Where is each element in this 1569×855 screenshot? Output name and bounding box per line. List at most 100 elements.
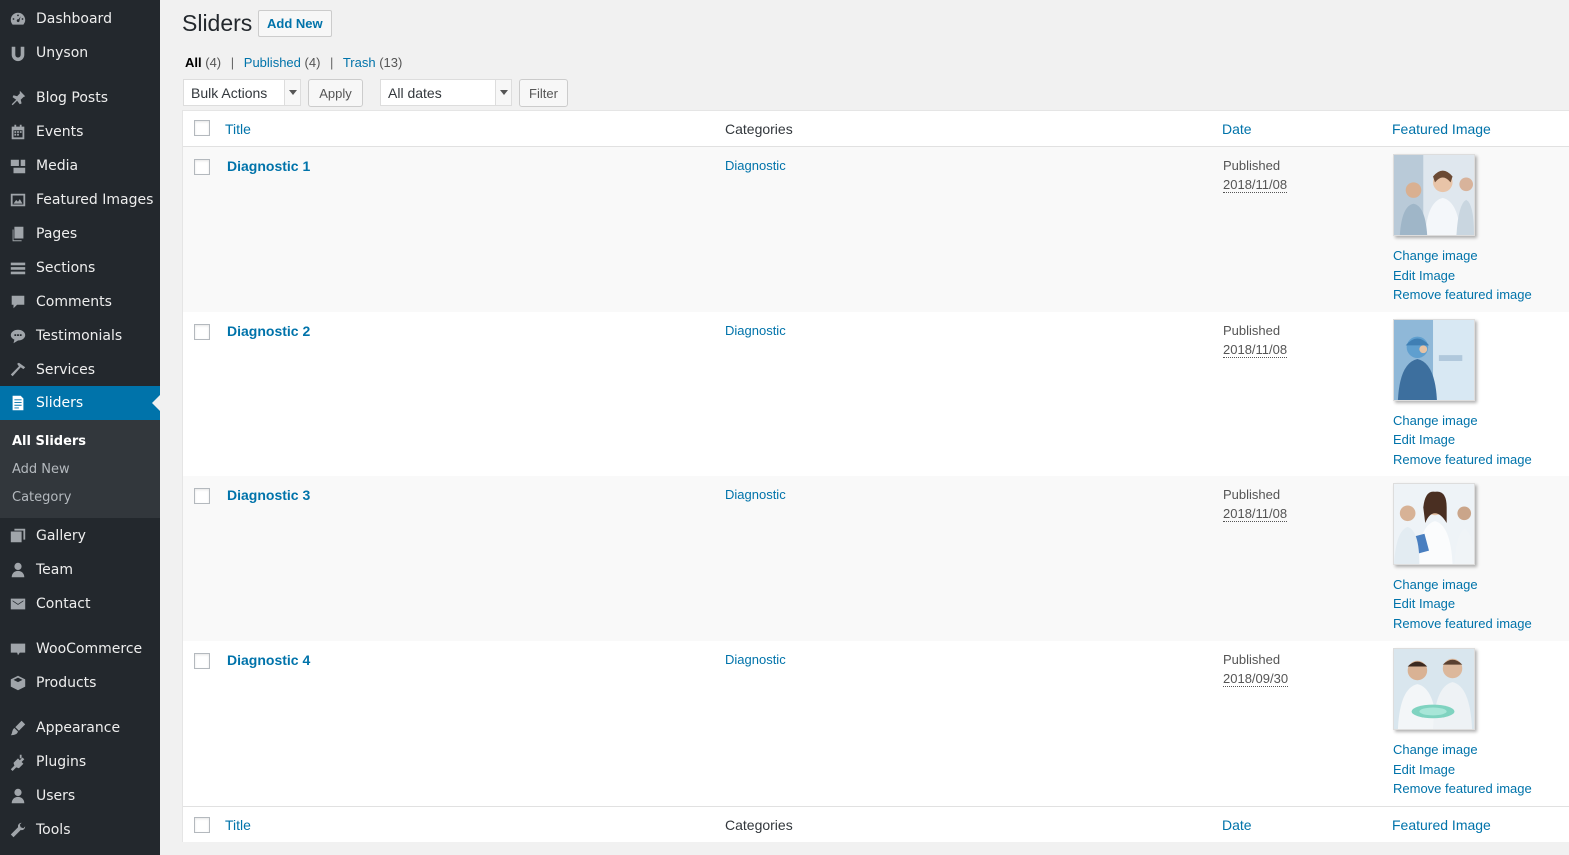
row-title-link[interactable]: Diagnostic 1 [227, 158, 310, 174]
filter-all-link[interactable]: All [185, 55, 202, 70]
sliders-submenu: All Sliders Add New Category [0, 420, 160, 518]
submenu-category[interactable]: Category [12, 490, 71, 505]
edit-image-link[interactable]: Edit Image [1393, 268, 1455, 283]
menu-label: Pages [36, 226, 78, 242]
menu-label: Featured Images [36, 192, 154, 208]
menu-item-blog-posts[interactable]: Blog Posts [0, 81, 160, 115]
filter-trash-count: (13) [379, 55, 403, 70]
row-category-link[interactable]: Diagnostic [725, 487, 786, 502]
edit-image-link[interactable]: Edit Image [1393, 762, 1455, 777]
status-filter-links: All (4) | Published (4) | Trash (13) [185, 55, 402, 70]
remove-featured-image-link[interactable]: Remove featured image [1393, 287, 1532, 302]
menu-item-media[interactable]: Media [0, 149, 160, 183]
row-title-link[interactable]: Diagnostic 2 [227, 323, 310, 339]
menu-item-sliders[interactable]: Sliders [0, 386, 160, 420]
menu-item-dashboard[interactable]: Dashboard [0, 2, 160, 36]
sliders-table: Title Categories Date Featured Image Dia… [182, 110, 1569, 842]
change-image-link[interactable]: Change image [1393, 248, 1478, 263]
menu-item-tools[interactable]: Tools [0, 813, 160, 847]
menu-label: Unyson [36, 45, 89, 61]
sections-icon [0, 259, 36, 277]
menu-item-pages[interactable]: Pages [0, 217, 160, 251]
menu-item-contact[interactable]: Contact [0, 587, 160, 621]
filter-published-link[interactable]: Published [244, 55, 301, 70]
row-category-link[interactable]: Diagnostic [725, 158, 786, 173]
menu-item-products[interactable]: Products [0, 666, 160, 700]
row-title-link[interactable]: Diagnostic 3 [227, 487, 310, 503]
featured-image-thumbnail[interactable] [1393, 154, 1475, 236]
row-checkbox[interactable] [194, 653, 210, 669]
row-status: Published [1223, 158, 1281, 173]
column-date[interactable]: Date [1222, 121, 1252, 137]
menu-item-appearance[interactable]: Appearance [0, 711, 160, 745]
row-title-link[interactable]: Diagnostic 4 [227, 652, 310, 668]
user-icon [0, 787, 36, 805]
menu-label: Gallery [36, 528, 86, 544]
row-status: Published [1223, 652, 1281, 667]
column-featured-image[interactable]: Featured Image [1392, 121, 1491, 137]
change-image-link[interactable]: Change image [1393, 413, 1478, 428]
row-category-link[interactable]: Diagnostic [725, 323, 786, 338]
submenu-all-sliders[interactable]: All Sliders [12, 434, 86, 449]
edit-image-link[interactable]: Edit Image [1393, 596, 1455, 611]
row-checkbox[interactable] [194, 488, 210, 504]
featured-image-thumbnail[interactable] [1393, 648, 1475, 730]
chevron-down-icon [284, 80, 300, 105]
column-date-footer[interactable]: Date [1222, 817, 1252, 833]
menu-item-sections[interactable]: Sections [0, 251, 160, 285]
chevron-down-icon [495, 80, 511, 105]
row-date: 2018/11/08 [1223, 177, 1288, 193]
column-featured-image-footer[interactable]: Featured Image [1392, 817, 1491, 833]
menu-item-testimonials[interactable]: Testimonials [0, 319, 160, 353]
submenu-add-new[interactable]: Add New [12, 462, 70, 477]
select-all-checkbox-footer[interactable] [194, 817, 210, 833]
calendar-icon [0, 123, 36, 141]
remove-featured-image-link[interactable]: Remove featured image [1393, 452, 1532, 467]
main-content: Sliders Add New All (4) | Published (4) … [182, 0, 1569, 855]
filter-button[interactable]: Filter [519, 79, 568, 107]
menu-item-unyson[interactable]: Unyson [0, 36, 160, 70]
column-title-footer[interactable]: Title [225, 817, 251, 833]
change-image-link[interactable]: Change image [1393, 577, 1478, 592]
menu-item-team[interactable]: Team [0, 553, 160, 587]
dates-select[interactable]: All dates [380, 79, 512, 106]
row-checkbox[interactable] [194, 324, 210, 340]
menu-item-woocommerce[interactable]: WooCommerce [0, 632, 160, 666]
filter-trash-link[interactable]: Trash [343, 55, 376, 70]
menu-item-services[interactable]: Services [0, 353, 160, 387]
row-checkbox[interactable] [194, 159, 210, 175]
menu-label: Events [36, 124, 84, 140]
apply-button[interactable]: Apply [308, 79, 363, 107]
unyson-icon [0, 44, 36, 62]
table-row: Diagnostic 2 Diagnostic Published 2018/1… [183, 312, 1569, 477]
bulk-actions-value: Bulk Actions [191, 84, 268, 101]
featured-image-thumbnail[interactable] [1393, 319, 1475, 401]
remove-featured-image-link[interactable]: Remove featured image [1393, 616, 1532, 631]
add-new-button[interactable]: Add New [258, 10, 332, 37]
menu-item-comments[interactable]: Comments [0, 285, 160, 319]
menu-item-users[interactable]: Users [0, 779, 160, 813]
change-image-link[interactable]: Change image [1393, 742, 1478, 757]
column-title[interactable]: Title [225, 121, 251, 137]
edit-image-link[interactable]: Edit Image [1393, 432, 1455, 447]
menu-label: Testimonials [36, 328, 123, 344]
page-title: Sliders [182, 10, 253, 36]
featured-image-thumbnail[interactable] [1393, 483, 1475, 565]
envelope-icon [0, 595, 36, 613]
menu-item-featured-images[interactable]: Featured Images [0, 183, 160, 217]
images-icon [0, 191, 36, 209]
menu-item-gallery[interactable]: Gallery [0, 519, 160, 553]
menu-label: Comments [36, 294, 112, 310]
menu-item-events[interactable]: Events [0, 115, 160, 149]
wrench-icon [0, 821, 36, 839]
bulk-actions-select[interactable]: Bulk Actions [183, 79, 301, 106]
remove-featured-image-link[interactable]: Remove featured image [1393, 781, 1532, 796]
row-category-link[interactable]: Diagnostic [725, 652, 786, 667]
woo-icon [0, 640, 36, 658]
menu-item-plugins[interactable]: Plugins [0, 745, 160, 779]
hammer-icon [0, 361, 36, 379]
person-icon [0, 561, 36, 579]
dashboard-icon [0, 10, 36, 28]
select-all-checkbox[interactable] [194, 120, 210, 136]
menu-label: Media [36, 158, 79, 174]
